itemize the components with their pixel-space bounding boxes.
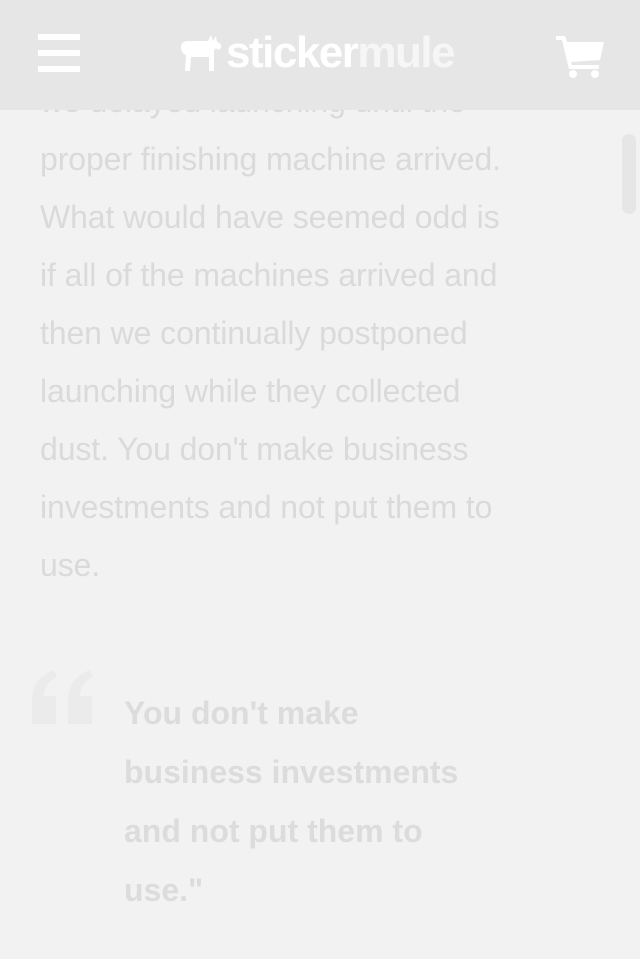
cart-button[interactable] <box>556 34 606 80</box>
scrollbar-thumb[interactable] <box>622 134 636 214</box>
quote-line: use." <box>124 872 204 908</box>
page: we delayed launching until the proper fi… <box>0 0 640 959</box>
top-nav-bar: sticker mule <box>0 0 640 110</box>
paragraph-line: use. <box>40 547 101 583</box>
pull-quote: You don't make business investments and … <box>0 668 640 928</box>
paragraph-line: launching while they collected <box>40 373 461 409</box>
mule-icon <box>181 35 222 71</box>
paragraph-line: investments and not put them to <box>40 489 493 525</box>
paragraph-line: proper finishing machine arrived. <box>40 141 501 177</box>
shopping-cart-icon <box>556 36 604 78</box>
logo-text-sticker: sticker <box>226 28 359 77</box>
quote-icon <box>32 670 93 724</box>
stickermule-logo[interactable]: sticker mule <box>178 28 468 78</box>
article-body: we delayed launching until the proper fi… <box>40 72 600 594</box>
logo-text-mule: mule <box>357 28 455 77</box>
quote-line: and not put them to <box>124 813 423 849</box>
menu-button[interactable] <box>34 30 84 76</box>
paragraph-line: dust. You don't make business <box>40 431 469 467</box>
paragraph-line: if all of the machines arrived and <box>40 257 498 293</box>
quote-line: You don't make <box>124 695 359 731</box>
quote-line: business investments <box>124 754 459 790</box>
paragraph-line: then we continually postponed <box>40 315 468 351</box>
paragraph-line: What would have seemed odd is <box>40 199 500 235</box>
pull-quote-text: You don't make business investments and … <box>124 684 544 920</box>
